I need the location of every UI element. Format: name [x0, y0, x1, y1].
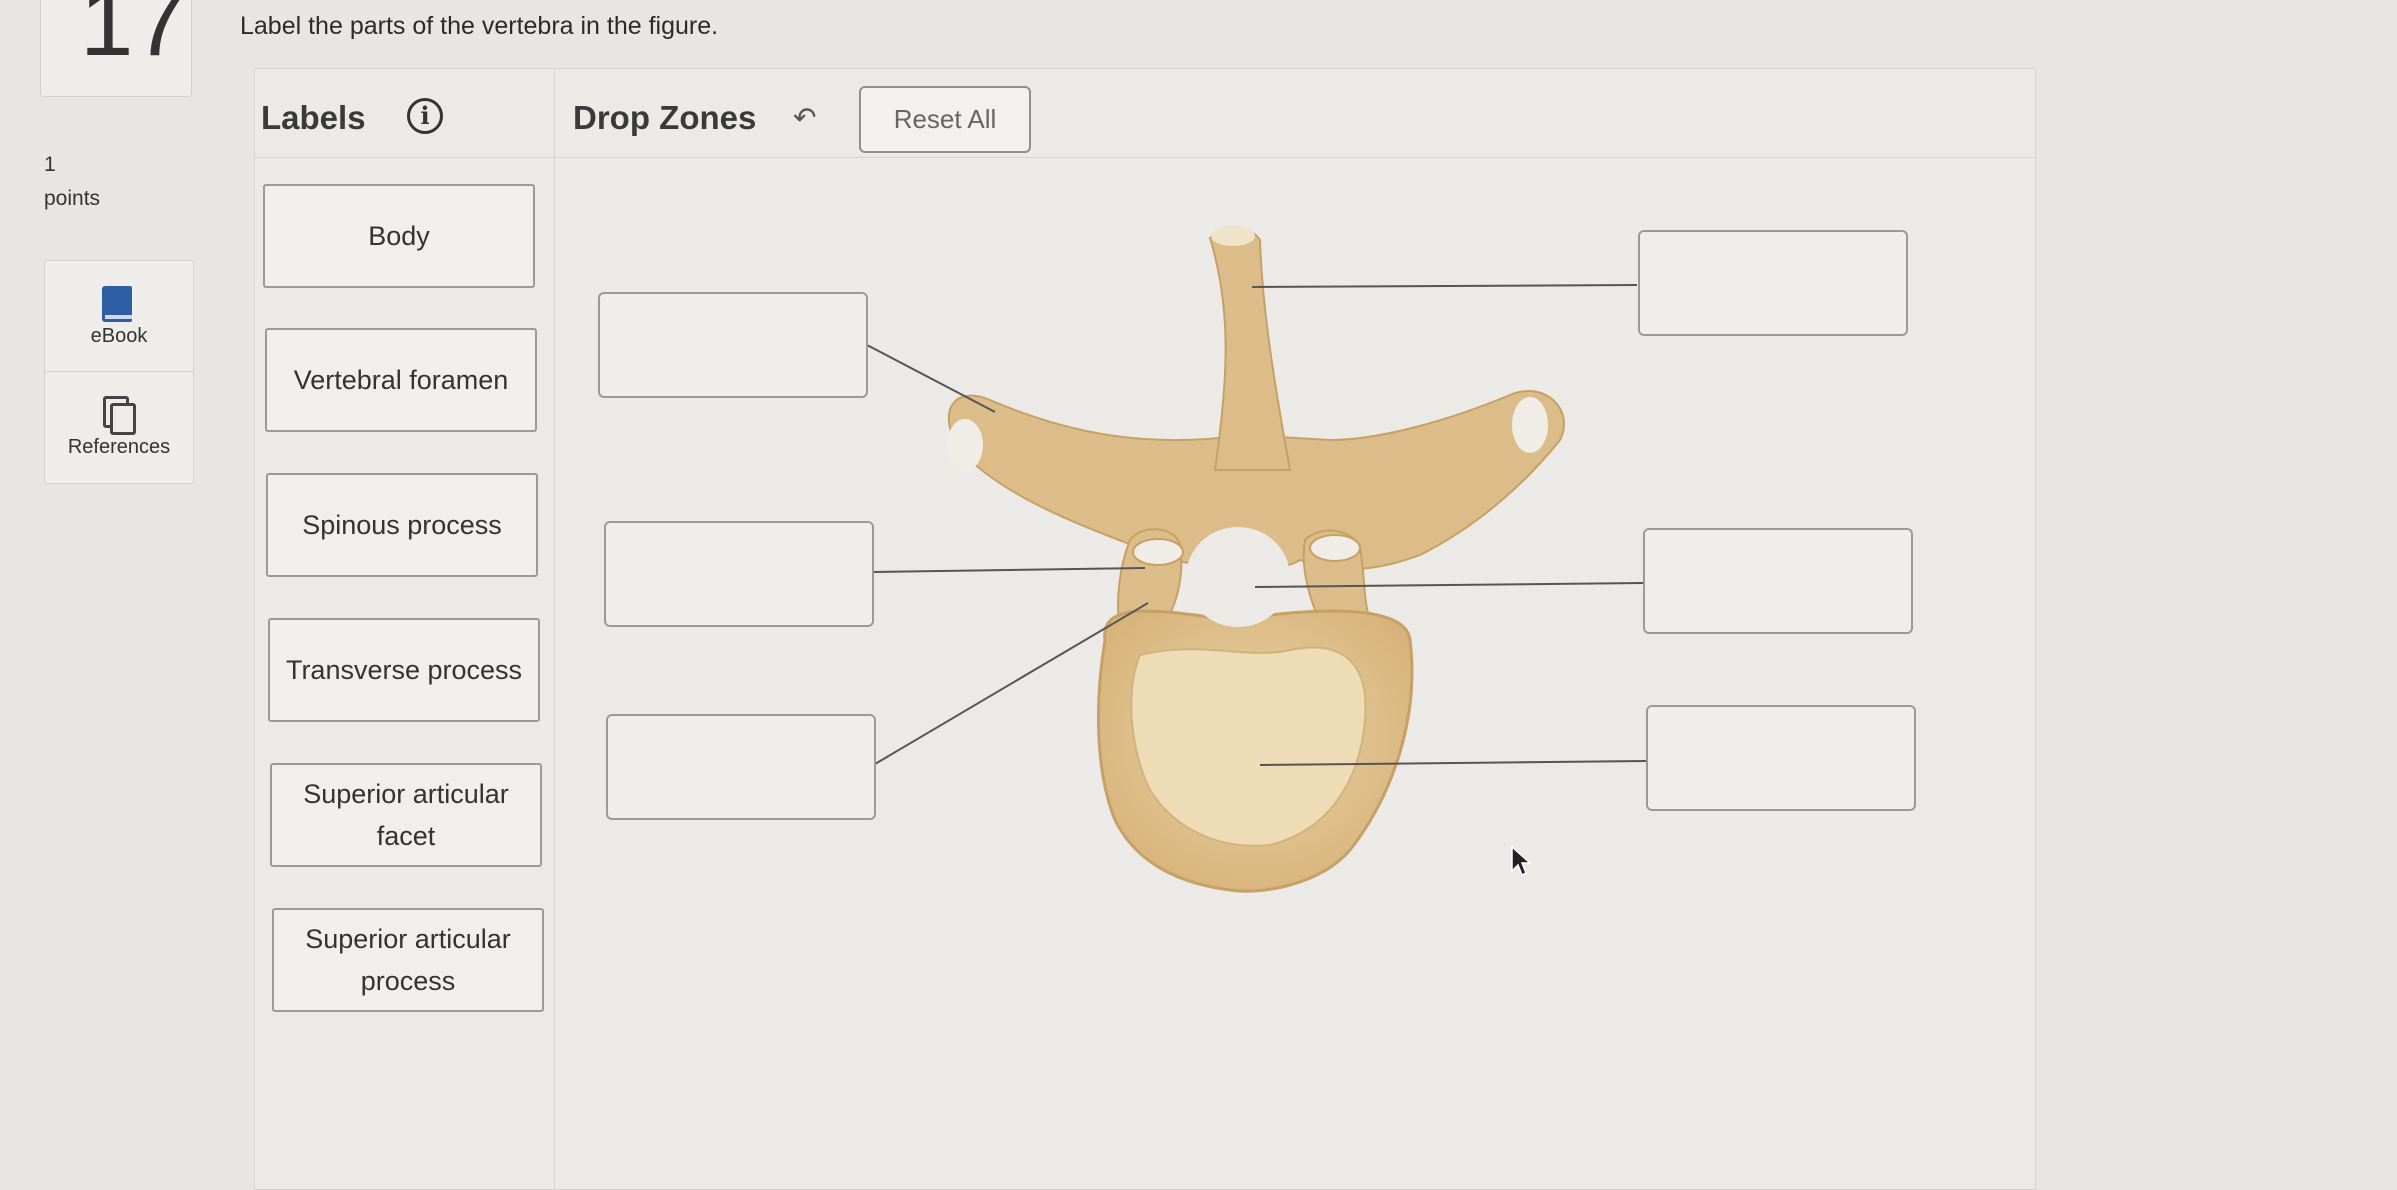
- points-value: 1: [44, 153, 56, 176]
- drop-zone-5[interactable]: [606, 714, 876, 820]
- labels-header: Labels: [261, 99, 366, 136]
- ebook-icon: [102, 286, 132, 322]
- header-divider: [255, 157, 2035, 158]
- undo-icon[interactable]: ↶: [793, 101, 816, 134]
- mouse-cursor-icon: [1511, 845, 1532, 877]
- label-card-transverse-process[interactable]: Transverse process: [268, 618, 540, 722]
- drop-zone-1[interactable]: [598, 292, 868, 398]
- points-display: 1 points: [44, 148, 100, 216]
- points-label: points: [44, 187, 101, 210]
- label-card-vertebral-foramen[interactable]: Vertebral foramen: [265, 328, 537, 432]
- label-card-superior-articular-process[interactable]: Superior articular process: [272, 908, 544, 1012]
- drop-zone-2[interactable]: [1638, 230, 1908, 336]
- reset-all-button[interactable]: Reset All: [859, 86, 1031, 153]
- drop-zone-3[interactable]: [604, 521, 874, 627]
- column-divider: [554, 69, 555, 1189]
- sidebar-item-label: eBook: [90, 325, 148, 347]
- question-number: 17: [80, 0, 187, 76]
- drop-zone-4[interactable]: [1643, 528, 1913, 634]
- drop-zones-header: Drop Zones: [573, 99, 757, 136]
- label-card-spinous-process[interactable]: Spinous process: [266, 473, 538, 577]
- label-card-body[interactable]: Body: [263, 184, 535, 288]
- sidebar-item-label: References: [67, 436, 171, 458]
- sidebar-item-references[interactable]: References: [45, 372, 193, 482]
- label-card-superior-articular-facet[interactable]: Superior articular facet: [270, 763, 542, 867]
- question-text: Label the parts of the vertebra in the f…: [240, 12, 719, 40]
- references-icon: [103, 396, 136, 435]
- info-icon[interactable]: i: [407, 98, 443, 134]
- drop-zone-6[interactable]: [1646, 705, 1916, 811]
- sidebar-item-ebook[interactable]: eBook: [45, 261, 193, 371]
- sidebar: eBook References: [44, 260, 194, 484]
